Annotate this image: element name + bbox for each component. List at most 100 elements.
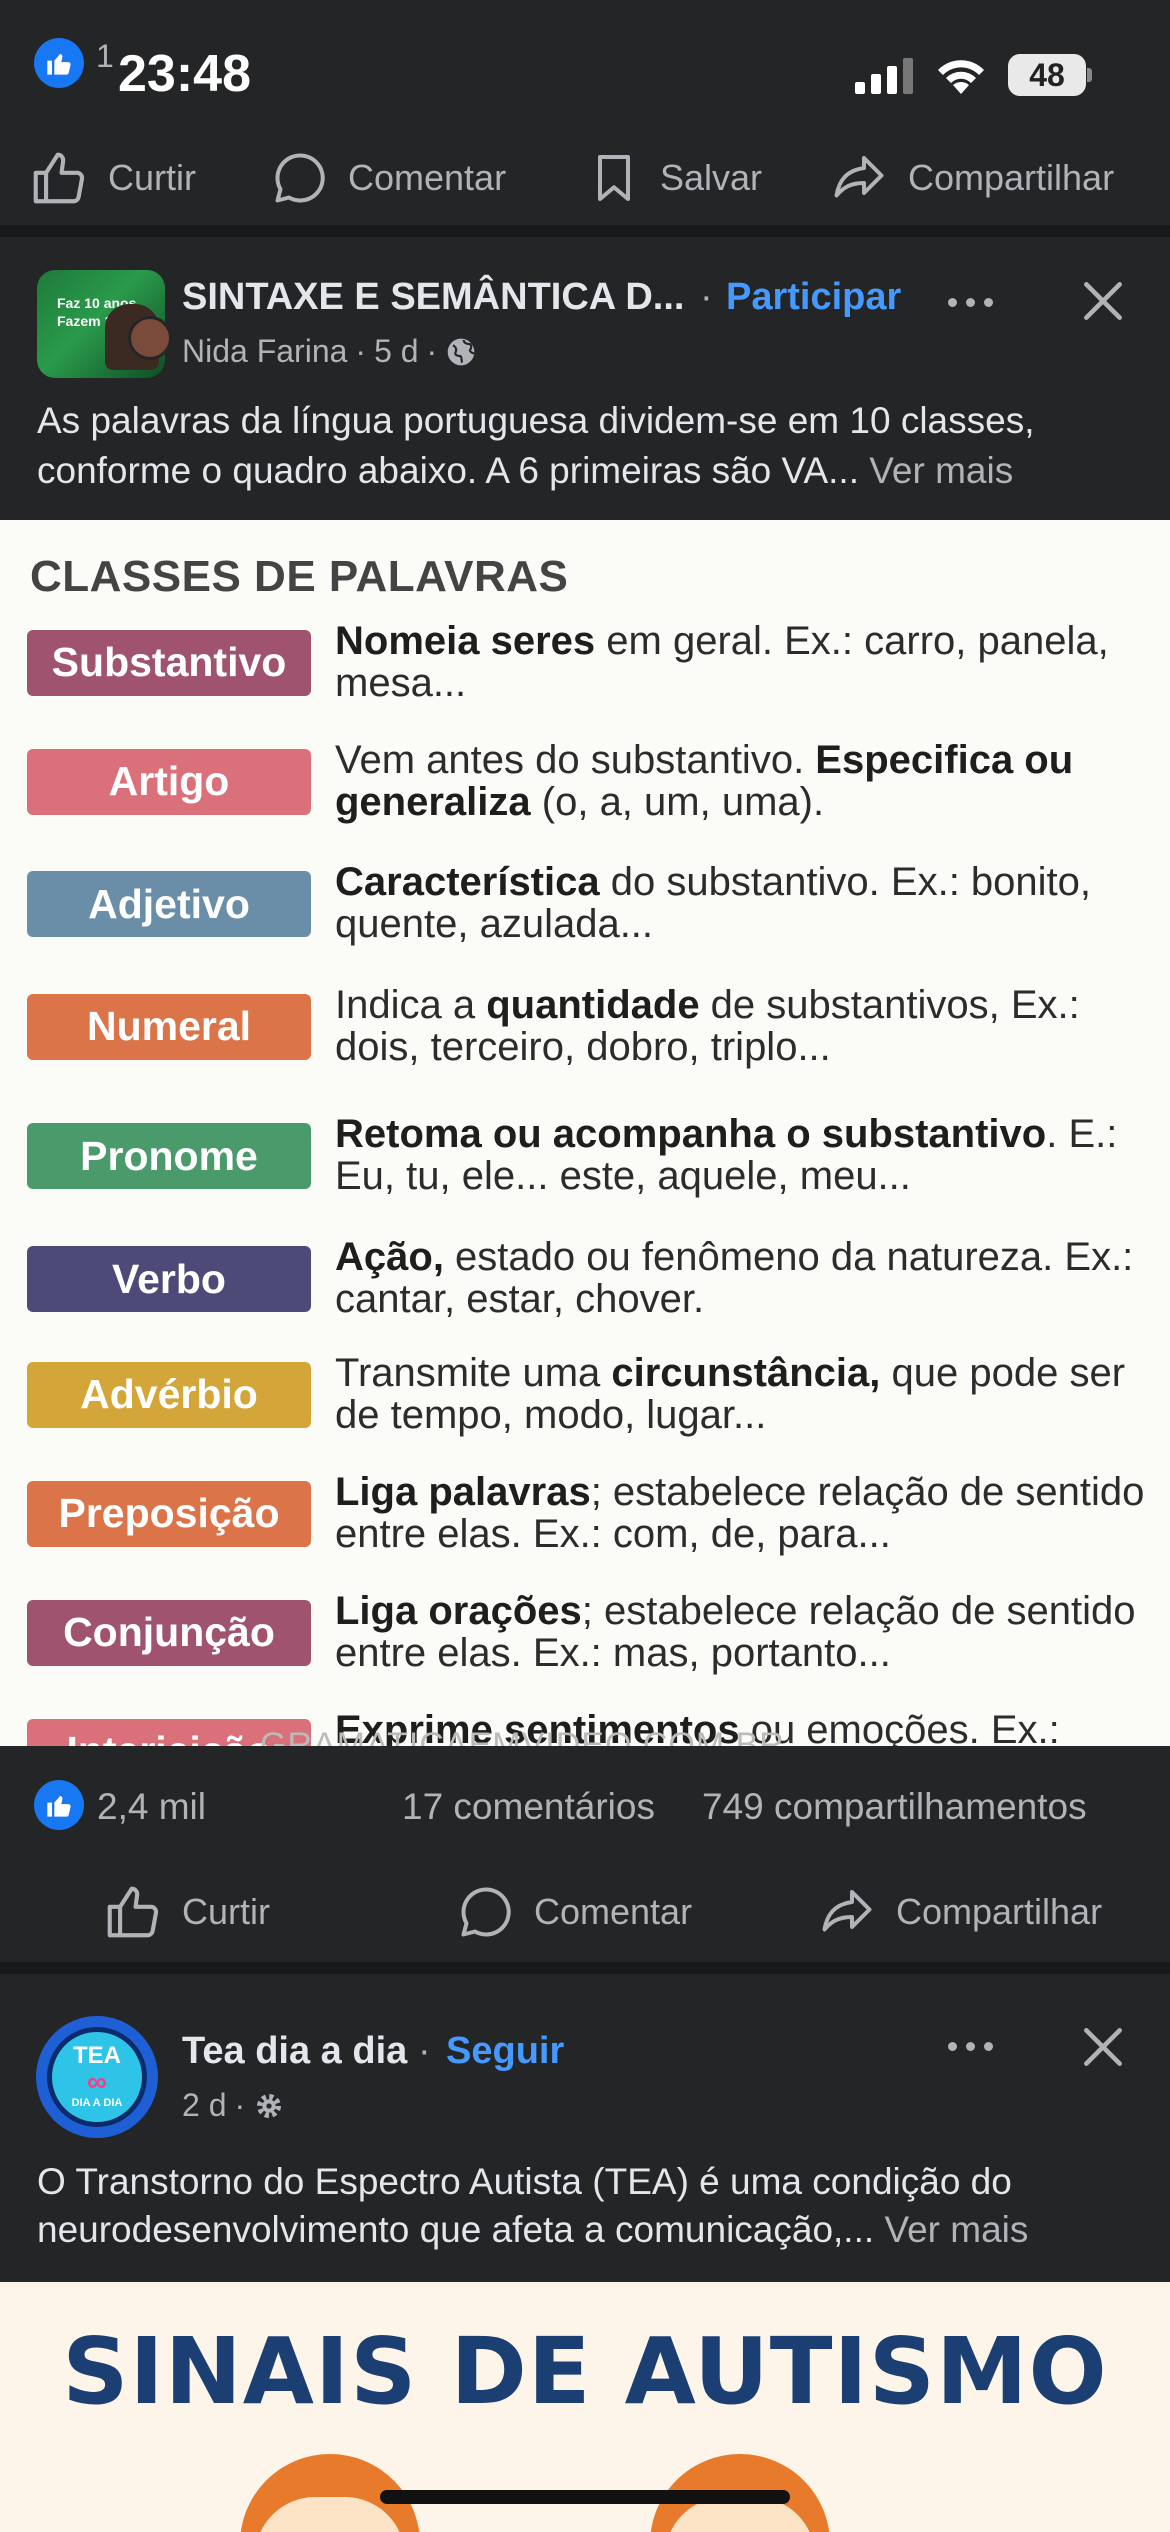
post-image[interactable]: CLASSES DE PALAVRAS Substantivo Nomeia se… bbox=[0, 520, 1170, 1746]
share-icon bbox=[822, 1890, 872, 1932]
like-notification-icon[interactable] bbox=[34, 38, 84, 88]
description-emphasis: circunstância, bbox=[611, 1350, 881, 1395]
word-class-row: Preposição Liga palavras; estabelece rela… bbox=[0, 1471, 1170, 1585]
dot bbox=[984, 298, 993, 307]
word-class-label: Conjunção bbox=[27, 1599, 311, 1666]
notification-count: 1 bbox=[96, 38, 114, 74]
word-class-description: Liga orações; estabelece relação de sent… bbox=[335, 1590, 1155, 1674]
save-label: Salvar bbox=[660, 156, 763, 198]
word-class-label: Numeral bbox=[27, 993, 311, 1060]
comment-label: Comentar bbox=[534, 1891, 693, 1932]
word-class-label: Artigo bbox=[27, 748, 311, 815]
bookmark-icon bbox=[598, 154, 630, 201]
like-label: Curtir bbox=[108, 156, 196, 198]
share-button[interactable]: Compartilhar bbox=[816, 1882, 1102, 1942]
description-text: Indica a bbox=[335, 982, 487, 1027]
share-button[interactable]: Compartilhar bbox=[828, 148, 1114, 208]
word-class-label: Verbo bbox=[27, 1246, 311, 1313]
post-body: O Transtorno do Espectro Autista (TEA) é… bbox=[37, 2161, 1012, 2250]
word-class-description: Característica do substantivo. Ex.: boni… bbox=[335, 861, 1155, 945]
word-class-label: Adjetivo bbox=[27, 871, 311, 938]
group-title[interactable]: SINTAXE E SEMÂNTICA D... bbox=[182, 276, 684, 319]
home-indicator[interactable] bbox=[380, 2490, 790, 2504]
page-avatar[interactable]: TEA ∞ DIA A DIA bbox=[36, 2016, 158, 2138]
word-class-row: Advérbio Transmite uma circunstância, que… bbox=[0, 1352, 1170, 1466]
word-class-description: Retoma ou acompanha o substantivo. E.: E… bbox=[335, 1113, 1155, 1197]
like-count[interactable]: 2,4 mil bbox=[97, 1786, 206, 1828]
more-options-button[interactable] bbox=[948, 2042, 993, 2051]
comment-count[interactable]: 17 comentários bbox=[402, 1786, 655, 1828]
description-emphasis: Ação, bbox=[335, 1235, 444, 1280]
word-class-description: Transmite uma circunstância, que pode se… bbox=[335, 1352, 1155, 1436]
post-meta: Nida Farina · 5 d · bbox=[182, 333, 477, 370]
post-meta: 2 d · bbox=[182, 2087, 285, 2124]
image-title: SINAIS DE AUTISMO bbox=[62, 2318, 1108, 2425]
word-class-label: Advérbio bbox=[27, 1361, 311, 1428]
thumbs-up-icon bbox=[33, 152, 85, 203]
status-time: 23:48 bbox=[118, 45, 251, 103]
word-class-label: Pronome bbox=[27, 1123, 311, 1190]
description-emphasis: Nomeia seres bbox=[335, 618, 596, 663]
page-name[interactable]: Tea dia a dia bbox=[182, 2030, 407, 2073]
more-options-button[interactable] bbox=[948, 298, 993, 307]
battery-indicator: 48 bbox=[1008, 54, 1086, 96]
word-class-description: Nomeia seres em geral. Ex.: carro, panel… bbox=[335, 620, 1155, 704]
dot bbox=[966, 2042, 975, 2051]
avatar-text-bottom: DIA A DIA bbox=[71, 2097, 123, 2109]
post-text: As palavras da língua portuguesa dividem… bbox=[37, 396, 1137, 496]
meta-dot: · bbox=[355, 333, 367, 369]
comment-label: Comentar bbox=[348, 156, 507, 198]
comment-icon bbox=[461, 1887, 511, 1937]
description-text: (o, a, um, uma). bbox=[530, 779, 825, 824]
avatar-text-top: TEA bbox=[73, 2042, 121, 2069]
meta-dot: · bbox=[234, 2087, 246, 2123]
description-emphasis: Liga orações bbox=[335, 1588, 582, 1633]
word-class-label: Preposição bbox=[27, 1480, 311, 1547]
description-emphasis: Característica bbox=[335, 860, 600, 905]
infinity-icon: ∞ bbox=[87, 2066, 107, 2097]
like-label: Curtir bbox=[182, 1891, 270, 1932]
like-button[interactable]: Curtir bbox=[102, 1881, 270, 1943]
post-age[interactable]: 5 d bbox=[374, 333, 418, 370]
dot bbox=[984, 2042, 993, 2051]
like-reaction-icon[interactable] bbox=[34, 1780, 84, 1830]
see-more-link[interactable]: Ver mais bbox=[884, 2209, 1028, 2250]
post-action-bar: Curtir Comentar Compartilhar bbox=[0, 1862, 1170, 1962]
dot bbox=[948, 298, 957, 307]
word-class-row: Verbo Ação, estado ou fenômeno da naturez… bbox=[0, 1236, 1170, 1350]
dot bbox=[966, 298, 975, 307]
comment-icon bbox=[275, 152, 325, 202]
comment-button[interactable]: Comentar bbox=[456, 1882, 692, 1942]
close-icon[interactable] bbox=[1078, 276, 1128, 331]
word-class-description: Indica a quantidade de substantivos, Ex.… bbox=[335, 984, 1155, 1068]
author-name[interactable]: Nida Farina bbox=[182, 333, 347, 370]
dot bbox=[948, 2042, 957, 2051]
description-emphasis: quantidade bbox=[486, 982, 700, 1027]
word-class-description: Ação, estado ou fenômeno da natureza. Ex… bbox=[335, 1236, 1155, 1320]
description-emphasis: Retoma ou acompanha o substantivo bbox=[335, 1112, 1047, 1157]
battery-cap bbox=[1087, 68, 1092, 82]
previous-post-action-bar: Curtir Comentar Salvar Compartilhar bbox=[0, 130, 1170, 225]
author-avatar[interactable] bbox=[128, 316, 172, 360]
word-class-row: Numeral Indica a quantidade de substantiv… bbox=[0, 984, 1170, 1098]
title-separator: · bbox=[700, 276, 713, 318]
share-count[interactable]: 749 compartilhamentos bbox=[702, 1786, 1087, 1828]
share-label: Compartilhar bbox=[896, 1891, 1103, 1932]
post-text: O Transtorno do Espectro Autista (TEA) é… bbox=[37, 2158, 1147, 2254]
share-label: Compartilhar bbox=[908, 156, 1115, 198]
save-button[interactable]: Salvar bbox=[586, 147, 762, 209]
close-icon[interactable] bbox=[1078, 2022, 1128, 2077]
comment-button[interactable]: Comentar bbox=[270, 148, 506, 208]
see-more-link[interactable]: Ver mais bbox=[869, 450, 1013, 491]
image-watermark: GRAMATICAEMVIDEO.COM.BR bbox=[260, 1726, 785, 1746]
globe-icon bbox=[447, 338, 475, 365]
join-group-button[interactable]: Participar bbox=[726, 276, 901, 319]
post-age[interactable]: 2 d bbox=[182, 2087, 226, 2124]
like-button[interactable]: Curtir bbox=[28, 147, 196, 209]
share-icon bbox=[834, 155, 884, 197]
word-class-row: Pronome Retoma ou acompanha o substantivo… bbox=[0, 1113, 1170, 1227]
word-class-row: Conjunção Liga orações; estabelece relaçã… bbox=[0, 1590, 1170, 1704]
follow-button[interactable]: Seguir bbox=[446, 2030, 564, 2073]
post-divider bbox=[0, 225, 1170, 237]
word-class-description: Liga palavras; estabelece relação de sen… bbox=[335, 1471, 1155, 1555]
